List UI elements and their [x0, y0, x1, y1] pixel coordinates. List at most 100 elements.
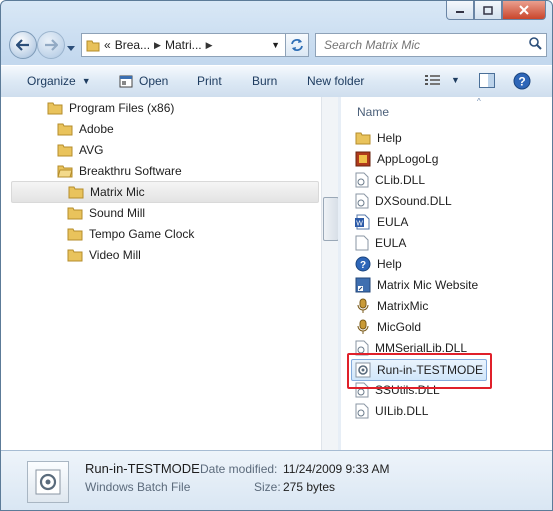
tree-item-avg[interactable]: AVG: [57, 140, 103, 160]
file-list-pane[interactable]: ^ Name Help AppLogoLg CLib.DLL DXSound.D…: [341, 97, 552, 450]
text-document-icon: [355, 235, 369, 251]
address-bar[interactable]: « Brea... ▶ Matri... ▶ ▼: [81, 33, 309, 57]
details-file-type: Windows Batch File: [85, 480, 191, 494]
chevron-down-icon: ▼: [451, 75, 460, 85]
breadcrumb-matrix[interactable]: Matri...: [165, 38, 202, 52]
dll-icon: [355, 172, 369, 188]
tree-item-program-files[interactable]: Program Files (x86): [47, 98, 174, 118]
folder-open-icon: [57, 165, 73, 178]
folder-icon: [57, 144, 73, 157]
refresh-button[interactable]: [285, 33, 309, 57]
list-item[interactable]: CLib.DLL: [355, 170, 425, 190]
file-name: DXSound.DLL: [375, 194, 452, 208]
microphone-app-icon: [357, 298, 369, 313]
preview-pane-button[interactable]: [479, 73, 495, 88]
breadcrumb-breakthru[interactable]: Brea...: [115, 38, 150, 52]
list-item[interactable]: EULA: [355, 233, 406, 253]
change-view-button[interactable]: ▼: [425, 74, 460, 86]
search-box[interactable]: [315, 33, 547, 57]
tree-item-sound-mill[interactable]: Sound Mill: [67, 203, 145, 223]
details-size-value: 275 bytes: [283, 480, 336, 494]
breadcrumb-separator-icon[interactable]: ▶: [154, 40, 161, 51]
list-item[interactable]: Help: [355, 128, 402, 148]
dll-icon: [355, 403, 369, 419]
folder-icon: [67, 249, 83, 262]
new-folder-button[interactable]: New folder: [307, 74, 364, 88]
tree-item-label: Sound Mill: [89, 206, 146, 220]
back-arrow-icon: [16, 39, 29, 51]
organize-label: Organize: [27, 74, 76, 88]
minimize-button[interactable]: [446, 1, 474, 20]
search-icon[interactable]: [528, 36, 542, 53]
annotation-highlight-box: [347, 353, 492, 389]
scrollbar-thumb[interactable]: [323, 197, 339, 241]
list-item[interactable]: Matrix Mic Website: [355, 275, 478, 295]
navigation-pane[interactable]: Program Files (x86) Adobe AVG Breakthru …: [1, 97, 321, 450]
address-overflow[interactable]: «: [104, 38, 111, 52]
tree-item-matrix-mic[interactable]: Matrix Mic: [11, 181, 319, 203]
help-icon: ?: [513, 72, 531, 90]
back-button[interactable]: [9, 31, 37, 59]
image-icon: [355, 151, 371, 167]
list-item[interactable]: MicGold: [355, 317, 421, 337]
list-item[interactable]: MatrixMic: [355, 296, 428, 316]
list-item[interactable]: UILib.DLL: [355, 401, 428, 421]
explorer-window: « Brea... ▶ Matri... ▶ ▼ Organize ▼ Open…: [0, 0, 553, 511]
open-button[interactable]: Open: [119, 74, 168, 88]
batch-file-large-icon: [27, 461, 69, 503]
list-item[interactable]: AppLogoLg: [355, 149, 438, 169]
tree-item-label: Adobe: [79, 122, 114, 136]
file-name: CLib.DLL: [375, 173, 426, 187]
tree-item-label: AVG: [79, 143, 104, 157]
print-button[interactable]: Print: [197, 74, 222, 88]
file-name: UILib.DLL: [375, 404, 429, 418]
file-name: Help: [377, 131, 402, 145]
maximize-icon: [483, 5, 493, 15]
file-name: EULA: [375, 236, 407, 250]
shortcut-icon: [355, 277, 371, 293]
address-history-dropdown[interactable]: ▼: [271, 40, 280, 50]
folder-icon: [355, 132, 371, 145]
details-size-label: Size:: [254, 480, 281, 494]
command-bar: Organize ▼ Open Print Burn New folder ▼ …: [1, 65, 552, 98]
help-button[interactable]: ?: [513, 72, 531, 90]
open-icon: [119, 75, 133, 87]
svg-text:W: W: [356, 221, 363, 228]
close-button[interactable]: [502, 1, 546, 20]
tree-item-adobe[interactable]: Adobe: [57, 119, 114, 139]
word-document-icon: W: [355, 214, 370, 230]
tree-item-video-mill[interactable]: Video Mill: [67, 245, 141, 265]
close-icon: [519, 5, 529, 15]
folder-icon: [68, 186, 84, 199]
file-name: MatrixMic: [377, 299, 429, 313]
folder-icon: [67, 228, 83, 241]
new-folder-label: New folder: [307, 74, 365, 88]
breadcrumb-separator-icon[interactable]: ▶: [206, 40, 213, 51]
tree-item-tempo-game-clock[interactable]: Tempo Game Clock: [67, 224, 194, 244]
tree-item-label: Video Mill: [89, 248, 141, 262]
minimize-icon: [456, 11, 464, 13]
file-name: AppLogoLg: [377, 152, 439, 166]
search-input[interactable]: [322, 34, 522, 56]
tree-item-label: Program Files (x86): [69, 101, 175, 115]
help-icon: ?: [355, 256, 371, 272]
chevron-down-icon: [67, 46, 75, 51]
list-item[interactable]: W EULA: [355, 212, 408, 232]
list-item[interactable]: DXSound.DLL: [355, 191, 452, 211]
file-name: MicGold: [377, 320, 422, 334]
forward-arrow-icon: [45, 39, 58, 51]
folder-icon: [57, 123, 73, 136]
details-date-label: Date modified:: [200, 462, 278, 476]
tree-item-label: Matrix Mic: [90, 185, 145, 199]
tree-item-label: Tempo Game Clock: [89, 227, 195, 241]
forward-button[interactable]: [37, 31, 65, 59]
burn-label: Burn: [252, 74, 278, 88]
tree-item-breakthru-software[interactable]: Breakthru Software: [57, 161, 182, 181]
burn-button[interactable]: Burn: [252, 74, 277, 88]
maximize-button[interactable]: [474, 1, 502, 20]
name-column-header[interactable]: Name: [357, 105, 389, 119]
organize-menu[interactable]: Organize ▼: [27, 74, 91, 88]
navigation-scrollbar[interactable]: [321, 97, 339, 450]
recent-pages-dropdown[interactable]: [67, 41, 75, 55]
list-item[interactable]: ? Help: [355, 254, 402, 274]
